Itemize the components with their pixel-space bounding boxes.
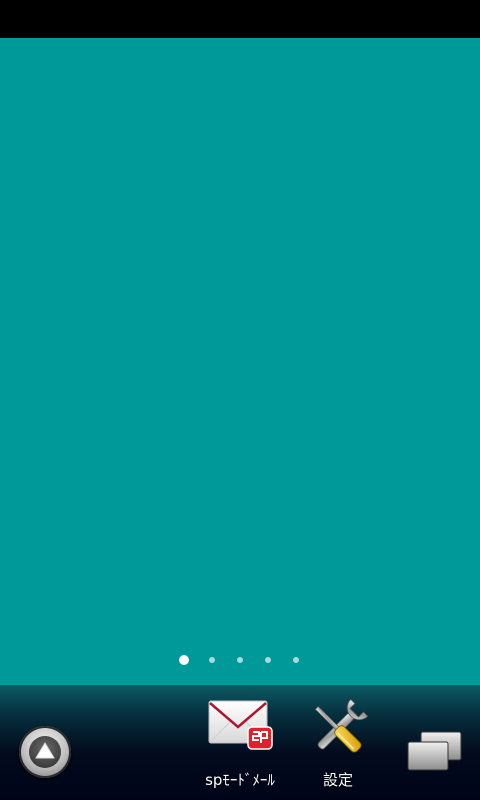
up-triangle-icon xyxy=(29,736,61,768)
recent-apps-button[interactable] xyxy=(405,730,463,774)
dock: spﾓｰﾄﾞﾒｰﾙ 設定 xyxy=(0,685,480,800)
sp-mode-mail-icon xyxy=(206,695,274,763)
home-wallpaper[interactable] xyxy=(0,38,480,685)
recent-windows-icon xyxy=(405,730,463,778)
page-dot-3 xyxy=(237,657,243,663)
page-dot-5 xyxy=(293,657,299,663)
home-screen: spﾓｰﾄﾞﾒｰﾙ 設定 xyxy=(0,0,480,800)
dock-app-sp-mode-mail[interactable]: spﾓｰﾄﾞﾒｰﾙ xyxy=(190,691,290,796)
app-launcher-button[interactable] xyxy=(19,726,71,778)
page-indicator xyxy=(0,654,480,666)
page-dot-4 xyxy=(265,657,271,663)
app-label: spﾓｰﾄﾞﾒｰﾙ xyxy=(205,771,275,789)
dock-app-settings[interactable]: 設定 xyxy=(288,691,388,796)
settings-tools-icon xyxy=(304,695,372,763)
app-label: 設定 xyxy=(322,771,353,789)
status-bar[interactable] xyxy=(0,0,480,38)
page-dot-1 xyxy=(179,655,189,665)
page-dot-2 xyxy=(209,657,215,663)
